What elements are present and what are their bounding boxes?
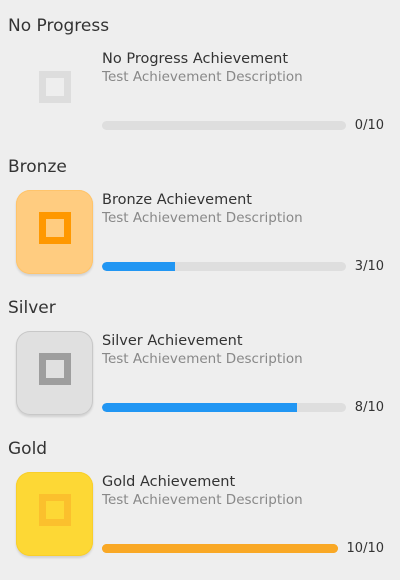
square-outline-icon	[39, 353, 71, 385]
progress-count: 0/10	[354, 118, 384, 133]
progress-bar	[102, 544, 338, 553]
progress-bar-fill	[102, 544, 338, 553]
progress-bar-fill	[102, 262, 176, 271]
section-title: No Progress	[8, 16, 110, 36]
progress-bar-fill	[102, 403, 298, 412]
progress-bar	[102, 262, 346, 271]
section-title: Silver	[8, 298, 56, 318]
achievement-section: Gold Gold Achievement Test Achievement D…	[0, 423, 400, 564]
achievement-badge	[16, 331, 93, 415]
square-outline-icon	[39, 494, 71, 526]
section-title: Gold	[8, 439, 48, 459]
achievement-description: Test Achievement Description	[102, 210, 303, 226]
achievement-section: Silver Silver Achievement Test Achieveme…	[0, 282, 400, 423]
achievement-description: Test Achievement Description	[102, 69, 303, 85]
achievement-title: Bronze Achievement	[102, 192, 252, 208]
square-outline-icon	[39, 212, 71, 244]
achievement-badge	[16, 49, 93, 133]
achievement-description: Test Achievement Description	[102, 492, 303, 508]
progress-bar	[102, 121, 346, 130]
achievement-badge	[16, 190, 93, 274]
progress-count: 3/10	[354, 259, 384, 274]
achievement-section: No Progress No Progress Achievement Test…	[0, 0, 400, 141]
square-outline-icon	[39, 71, 71, 103]
achievement-description: Test Achievement Description	[102, 351, 303, 367]
achievement-badge	[16, 472, 93, 556]
achievement-title: Gold Achievement	[102, 474, 236, 490]
achievement-title: No Progress Achievement	[102, 51, 289, 67]
section-title: Bronze	[8, 157, 67, 177]
achievement-section: Bronze Bronze Achievement Test Achieveme…	[0, 141, 400, 282]
achievement-title: Silver Achievement	[102, 333, 243, 349]
progress-count: 10/10	[346, 541, 384, 556]
progress-count: 8/10	[354, 400, 384, 415]
progress-bar	[102, 403, 346, 412]
